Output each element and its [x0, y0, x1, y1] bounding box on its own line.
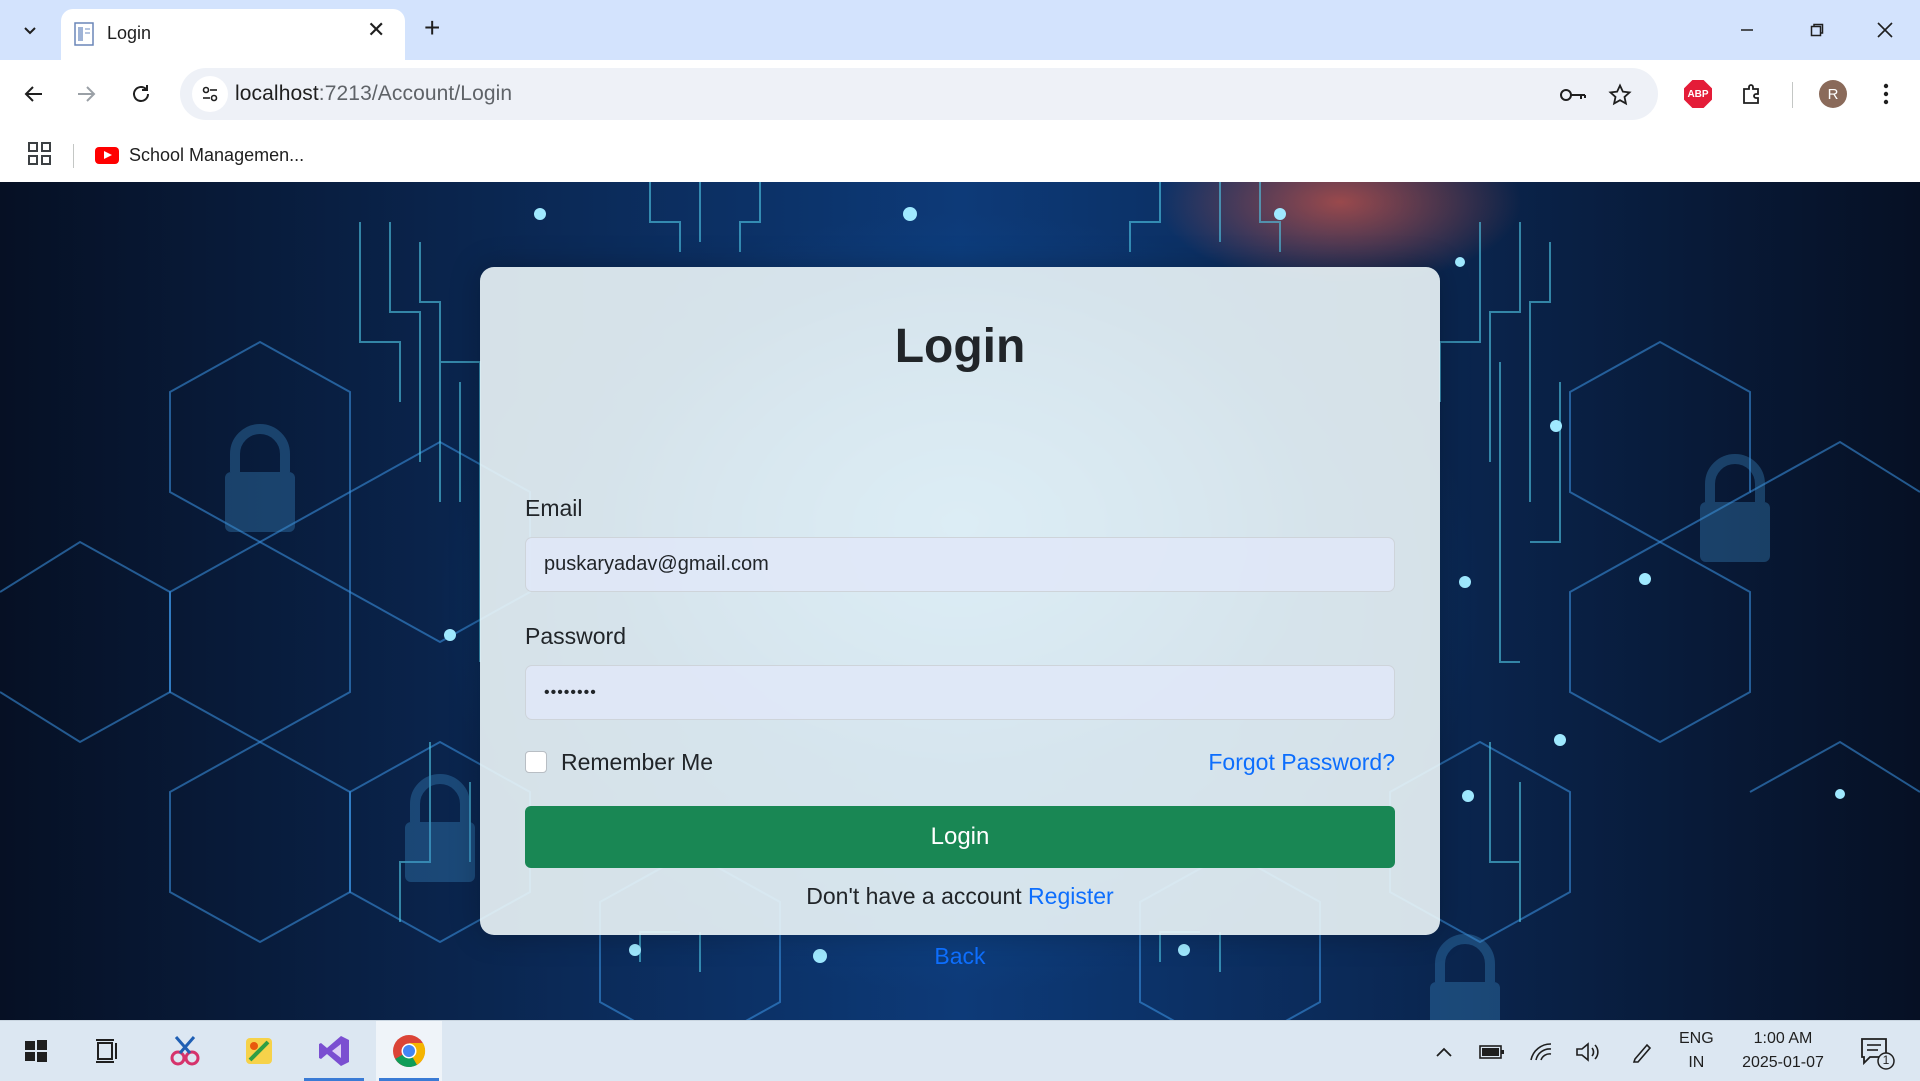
tab-login[interactable]: Login ✕	[61, 9, 405, 60]
notification-count: 1	[1882, 1053, 1890, 1067]
password-field[interactable]: ••••••••	[525, 665, 1395, 720]
bookmarks-bar: School Managemen...	[0, 130, 1920, 183]
forward-arrow-icon[interactable]	[66, 74, 106, 114]
paint-tool-icon[interactable]	[226, 1021, 292, 1081]
register-prompt: Don't have a account Register	[480, 883, 1440, 910]
url-path: :7213/Account/Login	[318, 82, 513, 105]
browser-toolbar: localhost:7213/Account/Login ABP R	[0, 60, 1920, 130]
back-link[interactable]: Back	[934, 943, 985, 969]
start-windows-icon[interactable]	[3, 1021, 69, 1081]
language-code: ENG	[1679, 1030, 1714, 1047]
restore-icon[interactable]	[1797, 10, 1837, 50]
abp-badge: ABP	[1684, 80, 1712, 108]
tab-close-icon[interactable]: ✕	[367, 19, 385, 41]
tab-strip: Login ✕ +	[0, 0, 1920, 60]
login-card: Login Email puskaryadav@gmail.com Passwo…	[480, 267, 1440, 969]
no-account-text: Don't have a account	[806, 883, 1022, 909]
notification-center-icon[interactable]: 1	[1856, 1035, 1896, 1071]
snipping-tool-icon[interactable]	[152, 1021, 218, 1081]
windows-taskbar: ENG IN 1:00 AM 2025-01-07 1	[0, 1020, 1920, 1081]
remember-me-checkbox[interactable]	[525, 751, 547, 773]
close-window-icon[interactable]	[1865, 10, 1905, 50]
profile-avatar[interactable]: R	[1815, 76, 1851, 112]
reload-icon[interactable]	[121, 74, 161, 114]
task-view-icon[interactable]	[75, 1021, 141, 1081]
system-clock[interactable]: 1:00 AM 2025-01-07	[1733, 1027, 1833, 1075]
email-field[interactable]: puskaryadav@gmail.com	[525, 537, 1395, 592]
tab-search-button[interactable]	[11, 11, 49, 49]
back-row: Back	[480, 943, 1440, 970]
show-hidden-icons-chevron-icon[interactable]	[1429, 1039, 1459, 1065]
address-bar[interactable]: localhost:7213/Account/Login	[180, 68, 1658, 120]
browser-chrome: Login ✕ + localhost:7213/Account/Login A…	[0, 0, 1920, 183]
forgot-password-link[interactable]: Forgot Password?	[1208, 749, 1395, 776]
toolbar-divider	[1792, 82, 1793, 108]
page-background: Login Email puskaryadav@gmail.com Passwo…	[0, 182, 1920, 1020]
tab-title: Login	[107, 23, 152, 43]
password-label: Password	[525, 623, 626, 649]
email-label: Email	[525, 495, 583, 521]
clock-time: 1:00 AM	[1753, 1030, 1813, 1047]
new-tab-button[interactable]: +	[424, 14, 440, 42]
avatar: R	[1819, 80, 1847, 108]
volume-icon[interactable]	[1573, 1039, 1603, 1065]
minimize-icon[interactable]	[1727, 10, 1767, 50]
pen-workspace-icon[interactable]	[1627, 1039, 1657, 1065]
visual-studio-icon[interactable]	[301, 1021, 367, 1081]
clock-date: 2025-01-07	[1742, 1054, 1824, 1071]
bookmarks-divider	[73, 144, 74, 168]
url-text: localhost:7213/Account/Login	[235, 82, 512, 106]
apps-grid-icon[interactable]	[26, 140, 54, 168]
page-title: Login	[894, 320, 1026, 373]
youtube-icon	[95, 146, 119, 164]
region-code: IN	[1688, 1054, 1705, 1071]
register-link[interactable]: Register	[1028, 883, 1114, 909]
more-menu-icon[interactable]	[1868, 76, 1904, 112]
input-language-indicator[interactable]: ENG IN	[1679, 1027, 1714, 1075]
url-host: localhost	[235, 82, 319, 105]
extensions-puzzle-icon[interactable]	[1734, 76, 1770, 112]
adblock-plus-icon[interactable]: ABP	[1680, 76, 1716, 112]
bookmark-star-icon[interactable]	[1605, 80, 1635, 110]
password-key-icon[interactable]	[1558, 80, 1588, 110]
chrome-taskbar-icon[interactable]	[376, 1021, 442, 1081]
page-favicon-icon	[74, 22, 94, 46]
bookmark-label: School Managemen...	[129, 144, 305, 165]
remember-me-label[interactable]: Remember Me	[561, 749, 713, 776]
battery-icon[interactable]	[1477, 1039, 1507, 1065]
back-arrow-icon[interactable]	[14, 74, 54, 114]
chevron-down-icon	[24, 27, 36, 35]
wifi-icon[interactable]	[1526, 1039, 1556, 1065]
site-info-icon[interactable]	[192, 76, 228, 112]
bookmark-school-management[interactable]: School Managemen...	[95, 140, 304, 170]
login-button[interactable]: Login	[525, 806, 1395, 868]
